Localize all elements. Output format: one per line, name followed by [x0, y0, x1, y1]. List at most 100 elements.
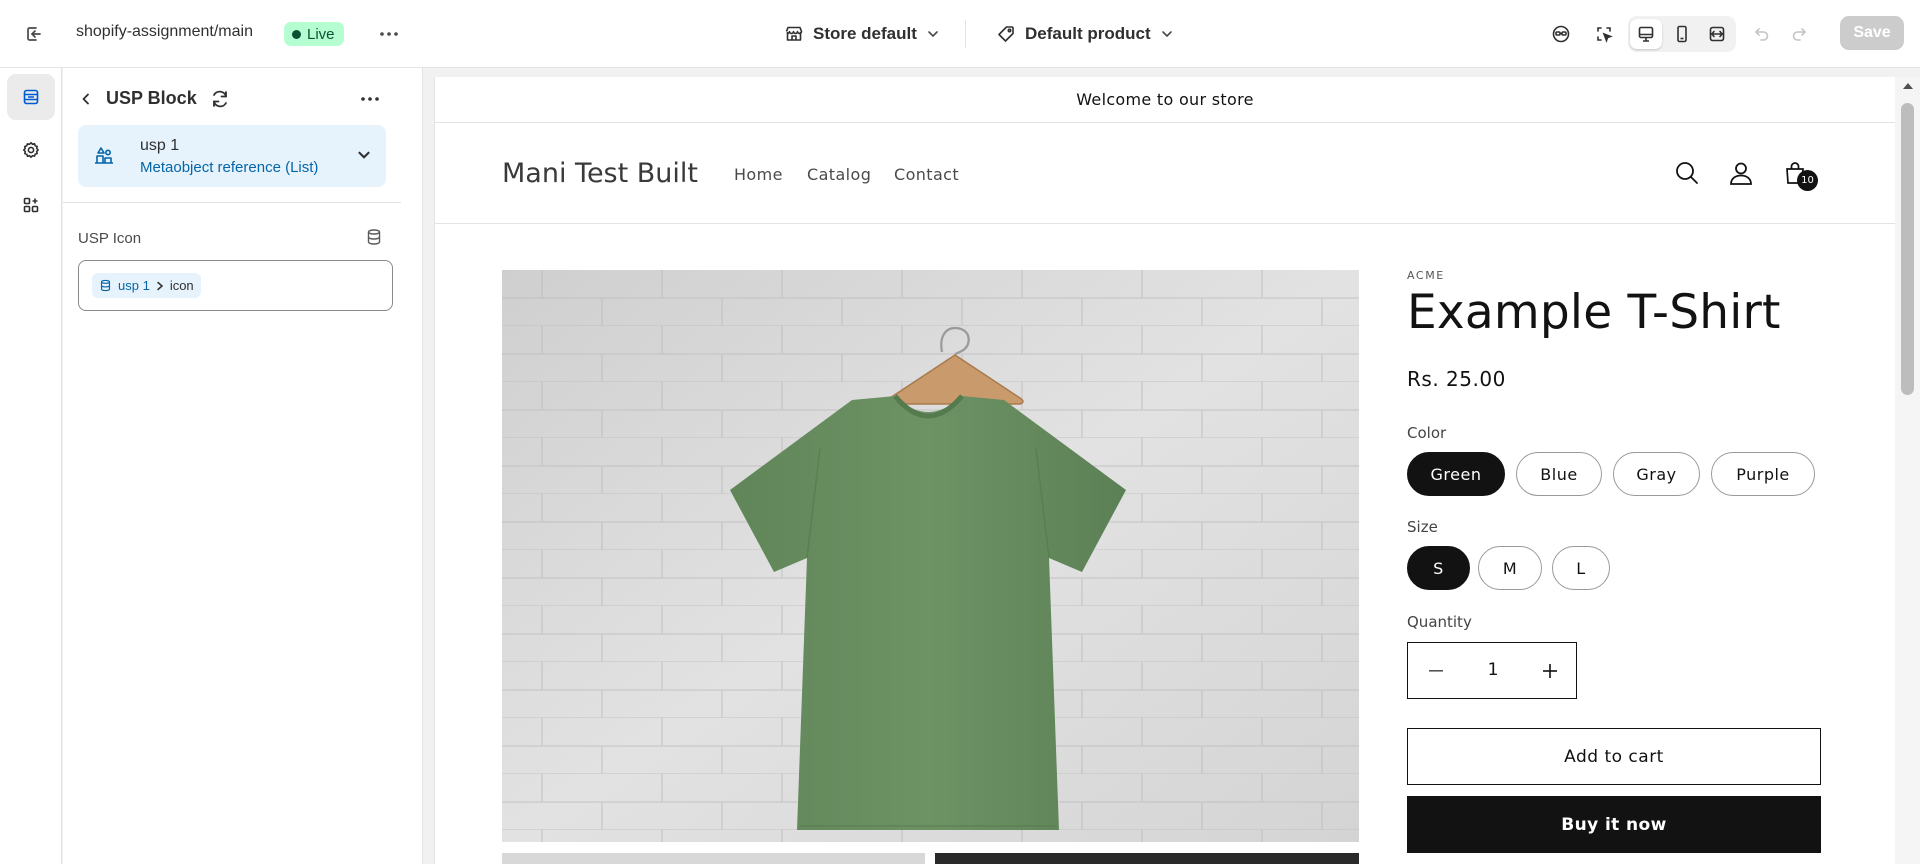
product-title: Example T-Shirt — [1407, 285, 1781, 340]
nav-link-home[interactable]: Home — [734, 165, 783, 184]
redo-button[interactable] — [1783, 19, 1815, 49]
exit-icon[interactable] — [18, 20, 50, 48]
undo-icon — [1755, 28, 1769, 41]
usp-icon-field-label: USP Icon — [78, 230, 142, 247]
chevron-right-icon — [157, 281, 163, 290]
back-button[interactable] — [73, 84, 99, 114]
announcement-bar: Welcome to our store — [435, 77, 1895, 123]
reference-type: Metaobject reference (List) — [140, 159, 319, 176]
product-selector-label: Default product — [1025, 24, 1151, 43]
usp-icon-field[interactable]: usp 1 icon — [78, 260, 393, 311]
product-thumbnail-1[interactable] — [502, 853, 925, 864]
fullwidth-view-button[interactable] — [1701, 19, 1733, 49]
customer-privacy-icon — [1552, 25, 1570, 43]
header-search-button[interactable] — [1671, 157, 1703, 189]
live-badge: Live — [284, 22, 344, 46]
block-settings-panel: USP Block usp 1 Metaobject reference (Li… — [63, 68, 476, 864]
theme-name: shopify-assignment/main — [76, 23, 253, 40]
desktop-view-button[interactable] — [1630, 19, 1662, 49]
quantity-increase-button[interactable] — [1536, 657, 1564, 685]
panel-more-button[interactable] — [355, 84, 385, 114]
inspector-button[interactable] — [1588, 19, 1620, 49]
size-option-m[interactable]: M — [1478, 546, 1542, 590]
customer-preview-button[interactable] — [1545, 19, 1577, 49]
color-option-label: Color — [1407, 424, 1447, 442]
metaobject-icon — [95, 147, 113, 164]
product-selector[interactable]: Default product — [996, 18, 1174, 50]
preview-scrollbar[interactable] — [1895, 77, 1920, 864]
panel-title: USP Block — [106, 88, 197, 108]
dynamic-source-button[interactable] — [206, 84, 234, 114]
store-preview: Welcome to our store Mani Test Built Hom… — [434, 77, 1920, 864]
header-cart-button[interactable]: 10 — [1779, 157, 1818, 191]
reference-name: usp 1 — [140, 137, 180, 154]
live-badge-label: Live — [307, 25, 335, 43]
viewport-switcher — [1628, 16, 1736, 52]
desktop-icon — [1638, 26, 1654, 42]
site-header: Mani Test Built Home Catalog Contact 10 — [435, 123, 1895, 224]
dynamic-source-key: icon — [169, 278, 194, 293]
apps-icon — [23, 197, 39, 213]
search-icon — [1676, 162, 1698, 184]
tshirt-photo — [502, 270, 1359, 842]
quantity-label: Quantity — [1407, 613, 1472, 631]
quantity-stepper: 1 — [1407, 642, 1577, 699]
template-selector[interactable]: Store default — [784, 18, 940, 50]
buy-now-button[interactable]: Buy it now — [1407, 796, 1821, 853]
dynamic-source-name: usp 1 — [118, 278, 150, 293]
tag-icon — [998, 26, 1014, 42]
fullscreen-icon — [1709, 26, 1725, 42]
nav-link-contact[interactable]: Contact — [894, 165, 959, 184]
scroll-up-arrow-icon[interactable] — [1902, 82, 1914, 90]
dynamic-source-pill[interactable]: usp 1 icon — [92, 273, 201, 298]
connect-dynamic-source-button[interactable] — [365, 228, 383, 250]
add-to-cart-button[interactable]: Add to cart — [1407, 728, 1821, 785]
account-icon — [1730, 162, 1752, 185]
size-option-s[interactable]: S — [1407, 546, 1470, 590]
sections-rail-button[interactable] — [7, 74, 55, 120]
select-cursor-icon — [1597, 27, 1613, 43]
refresh-icon — [213, 90, 227, 108]
database-icon — [367, 229, 381, 245]
color-option-purple[interactable]: Purple — [1711, 452, 1815, 496]
theme-settings-rail-button[interactable] — [7, 127, 55, 173]
color-option-gray[interactable]: Gray — [1613, 452, 1700, 496]
store-logo[interactable]: Mani Test Built — [502, 158, 698, 189]
theme-more-button[interactable] — [374, 20, 404, 48]
template-selector-label: Store default — [813, 24, 917, 43]
color-option-green[interactable]: Green — [1407, 452, 1505, 496]
gear-icon — [22, 141, 40, 159]
size-option-label: Size — [1407, 518, 1438, 536]
cart-count-badge: 10 — [1797, 170, 1818, 191]
panel-divider — [63, 202, 401, 203]
mobile-icon — [1677, 25, 1687, 43]
database-icon — [100, 279, 111, 292]
apps-rail-button[interactable] — [7, 182, 55, 228]
nav-link-catalog[interactable]: Catalog — [807, 165, 871, 184]
product-price: Rs. 25.00 — [1407, 367, 1506, 391]
more-horizontal-icon — [380, 32, 398, 36]
editor-topbar: shopify-assignment/main Live Store defau… — [0, 0, 1920, 68]
topbar-divider — [965, 20, 966, 48]
more-horizontal-icon — [361, 97, 379, 101]
chevron-down-icon — [358, 151, 370, 159]
chevron-down-icon — [928, 31, 938, 38]
metaobject-reference-selector[interactable]: usp 1 Metaobject reference (List) — [78, 125, 386, 187]
product-thumbnail-2[interactable] — [935, 853, 1359, 864]
redo-icon — [1792, 28, 1806, 41]
chevron-down-icon — [1161, 31, 1172, 38]
plus-icon — [1543, 664, 1557, 678]
announcement-text: Welcome to our store — [1076, 90, 1254, 109]
layout-sections-icon — [23, 89, 39, 105]
mobile-view-button[interactable] — [1666, 19, 1698, 49]
header-account-button[interactable] — [1725, 157, 1757, 189]
undo-button[interactable] — [1746, 19, 1778, 49]
store-icon — [785, 26, 803, 41]
color-option-blue[interactable]: Blue — [1516, 452, 1602, 496]
preview-scrollbar-thumb[interactable] — [1901, 103, 1914, 395]
save-button[interactable]: Save — [1840, 16, 1904, 50]
size-option-l[interactable]: L — [1552, 546, 1610, 590]
product-main-image[interactable] — [502, 270, 1359, 842]
live-dot-icon — [292, 29, 301, 39]
chevron-left-icon — [82, 93, 89, 105]
